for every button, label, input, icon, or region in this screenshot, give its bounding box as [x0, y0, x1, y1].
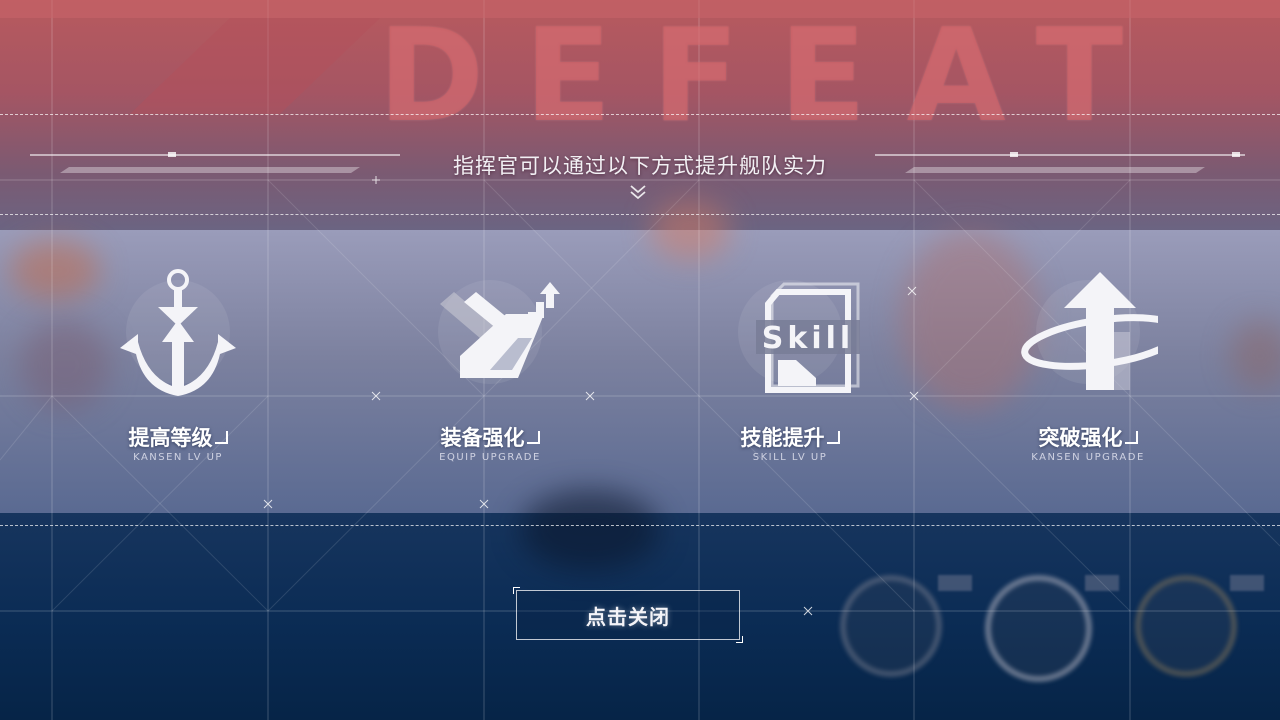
option-level-up[interactable]: 提高等级 KANSEN LV UP [78, 262, 278, 472]
divider-dashed [0, 214, 1280, 215]
option-skill-up-title: 技能提升 [690, 422, 890, 452]
option-level-up-title: 提高等级 [78, 422, 278, 452]
option-limit-break-title: 突破强化 [988, 422, 1188, 452]
equipment-upgrade-icon [420, 262, 560, 402]
external-link-icon [826, 431, 840, 444]
anchor-icon [108, 262, 248, 402]
option-level-up-subtitle: KANSEN LV UP [133, 452, 223, 463]
button-corner [513, 587, 520, 594]
divider-dashed [0, 525, 1280, 526]
external-link-icon [214, 431, 228, 444]
skill-icon-text: Skill [762, 321, 854, 356]
close-button-label: 点击关闭 [586, 604, 670, 629]
divider-dashed [0, 114, 1280, 115]
limit-break-arrow-icon [1018, 262, 1183, 402]
option-equip-upgrade-title: 装备强化 [390, 422, 590, 452]
option-equip-upgrade[interactable]: 装备强化 EQUIP UPGRADE [390, 262, 590, 472]
chevron-down-icon [630, 185, 646, 200]
external-link-icon [1124, 431, 1138, 444]
external-link-icon [526, 431, 540, 444]
option-skill-up-subtitle: SKILL LV UP [752, 452, 828, 463]
close-button[interactable]: 点击关闭 [513, 587, 743, 643]
skill-card-icon: Skill [720, 262, 860, 402]
defeat-title: DEFEAT [378, 2, 1163, 151]
option-limit-break[interactable]: 突破强化 KANSEN UPGRADE [988, 262, 1188, 472]
option-equip-upgrade-subtitle: EQUIP UPGRADE [439, 452, 541, 463]
option-limit-break-subtitle: KANSEN UPGRADE [1031, 452, 1145, 463]
button-corner [736, 636, 743, 643]
hint-subtitle: 指挥官可以通过以下方式提升舰队实力 [453, 154, 827, 178]
option-skill-up[interactable]: Skill 技能提升 SKILL LV UP [690, 262, 890, 472]
